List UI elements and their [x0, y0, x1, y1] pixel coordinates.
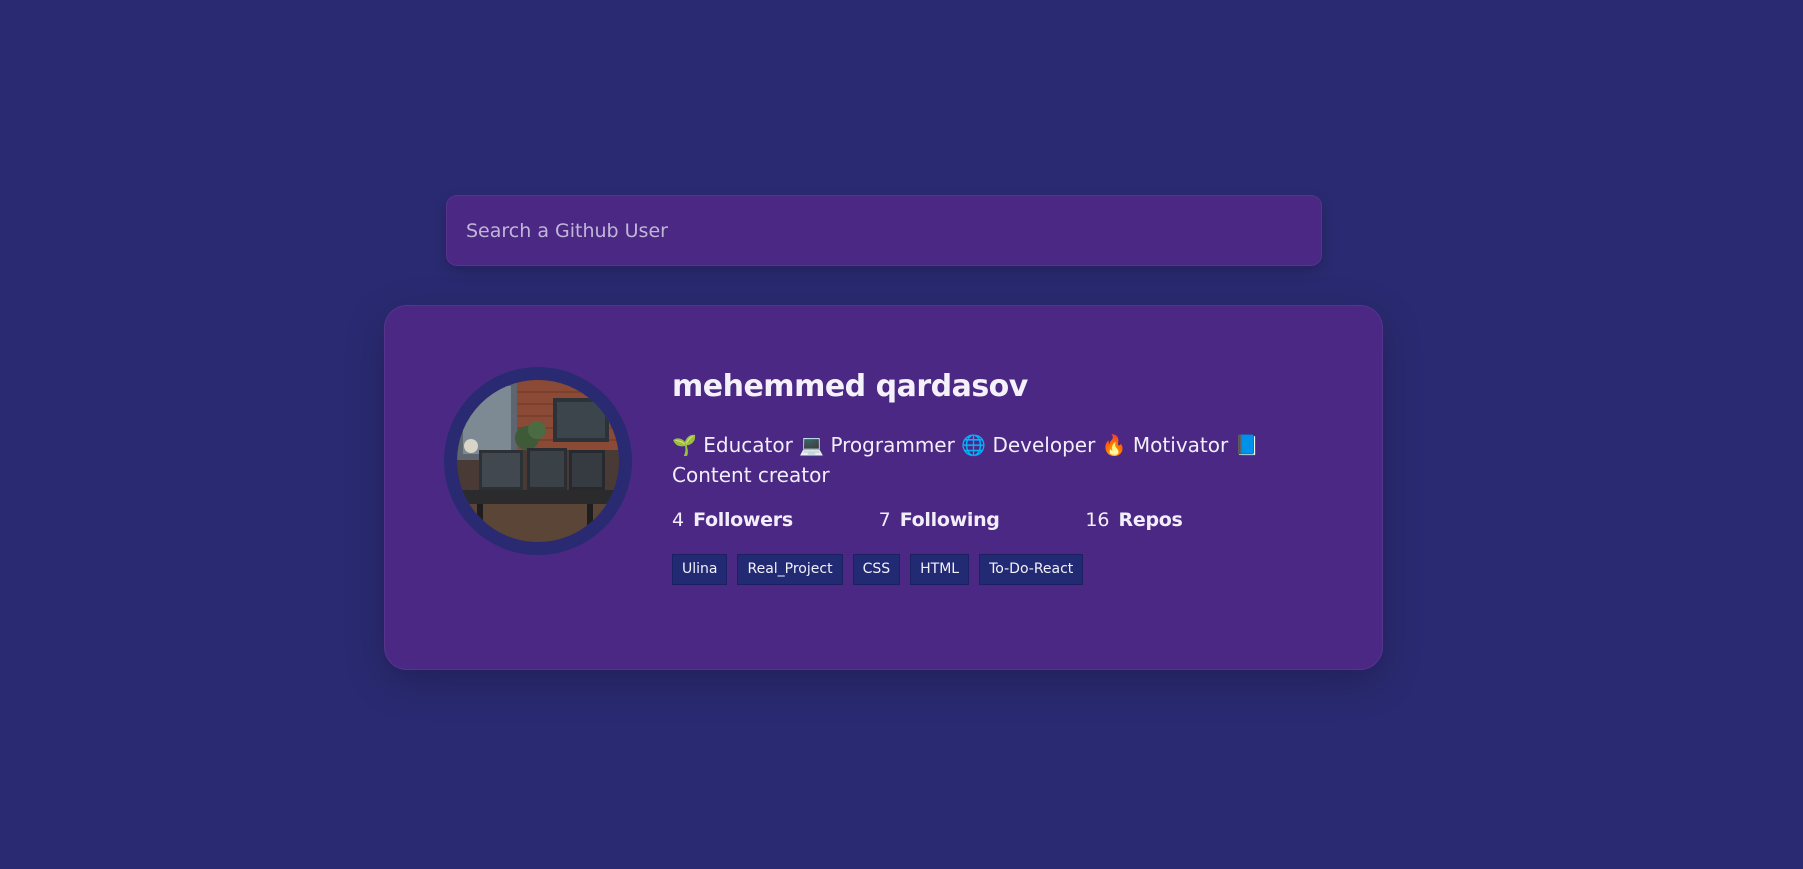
page: mehemmed qardasov 🌱 Educator 💻 Programme… [0, 0, 1803, 869]
user-info: mehemmed qardasov 🌱 Educator 💻 Programme… [672, 366, 1292, 585]
avatar-photo-icon [457, 380, 619, 542]
avatar-ring [444, 367, 632, 555]
search-form [446, 195, 1322, 266]
user-stats: 4 Followers 7 Following 16 Repos [672, 502, 1292, 538]
search-input[interactable] [446, 195, 1322, 266]
following-count: 7 [878, 509, 891, 531]
repo-link[interactable]: HTML [910, 554, 970, 585]
repos-label: Repos [1118, 509, 1183, 531]
repo-list: Ulina Real_Project CSS HTML To-Do-React [672, 554, 1292, 585]
following-stat: 7 Following [879, 509, 1086, 531]
followers-label: Followers [693, 509, 793, 531]
user-name: mehemmed qardasov [672, 369, 1028, 404]
following-label: Following [899, 509, 1000, 531]
user-bio: 🌱 Educator 💻 Programmer 🌐 Developer 🔥 Mo… [672, 433, 1260, 487]
repo-link[interactable]: Ulina [672, 554, 728, 585]
followers-count: 4 [672, 509, 685, 531]
followers-stat: 4 Followers [672, 509, 879, 531]
repo-link[interactable]: Real_Project [737, 554, 843, 585]
repo-link[interactable]: To-Do-React [979, 554, 1084, 585]
repos-stat: 16 Repos [1085, 509, 1292, 531]
repo-link[interactable]: CSS [852, 554, 901, 585]
repos-count: 16 [1085, 509, 1110, 531]
user-card: mehemmed qardasov 🌱 Educator 💻 Programme… [384, 305, 1383, 670]
